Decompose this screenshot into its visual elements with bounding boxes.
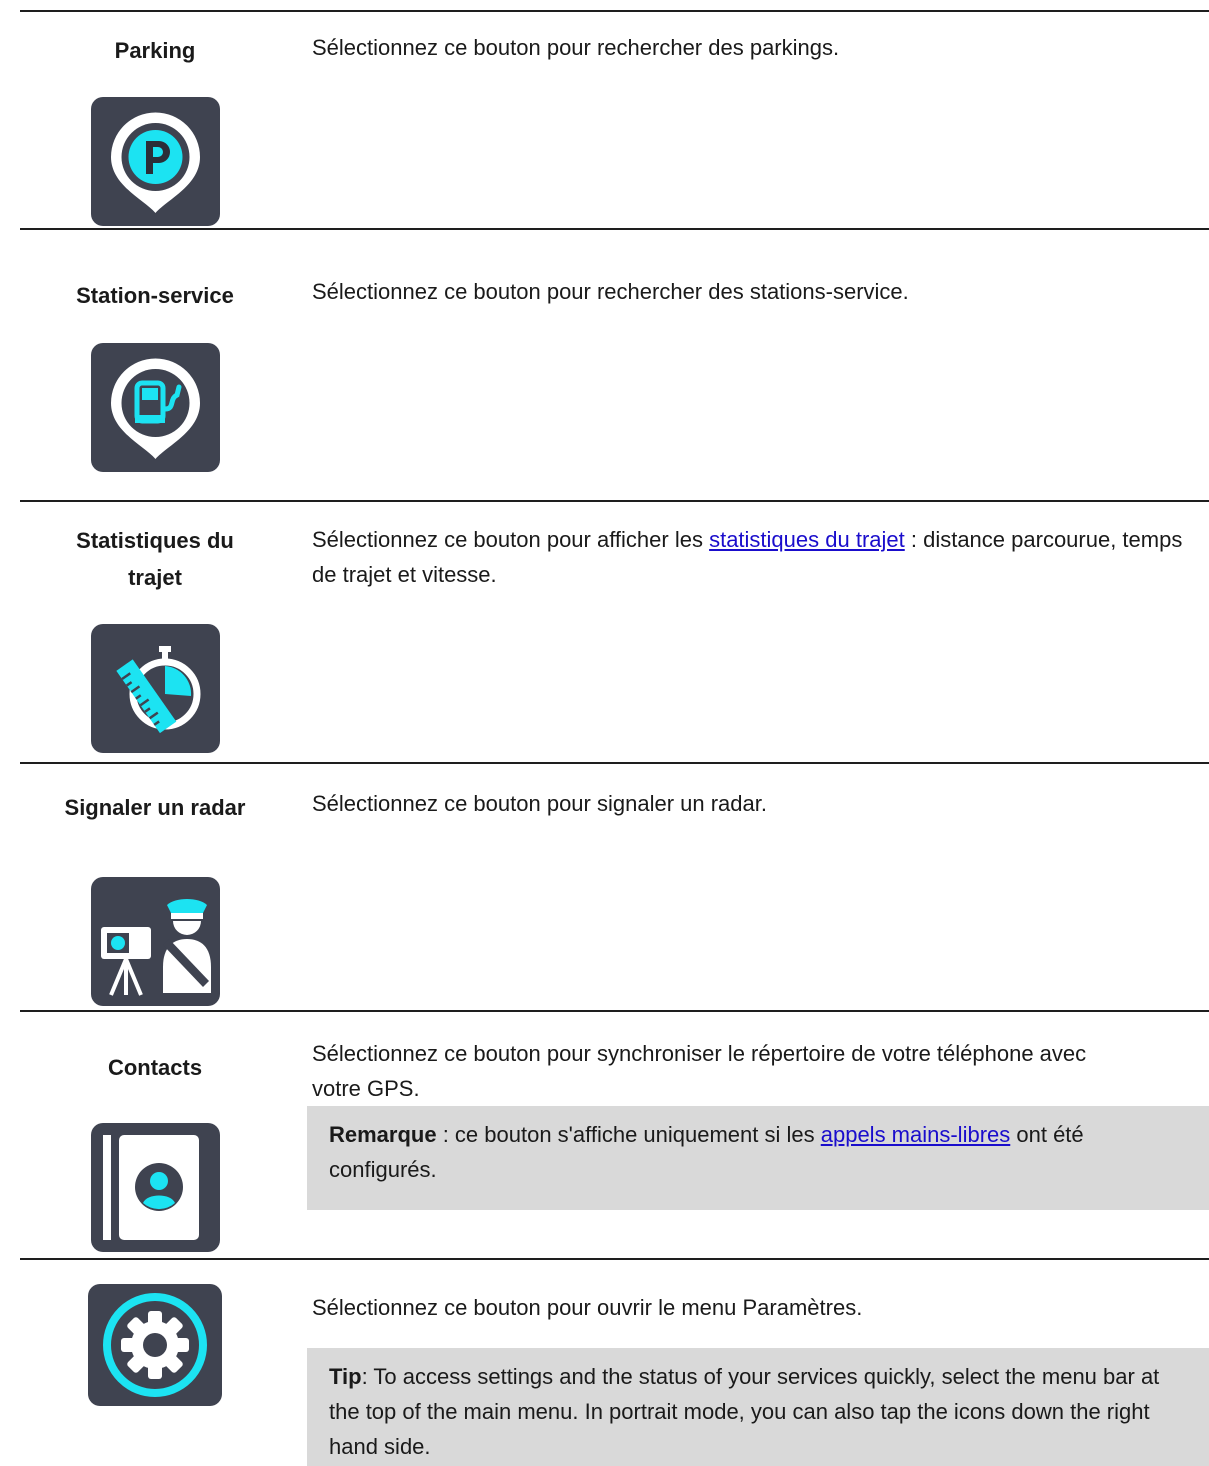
row-report-speed-camera: Signaler un radar Sélectionnez ce bouton… <box>20 764 1209 1006</box>
row-label: Station-service <box>76 283 234 308</box>
row-label: Parking <box>114 38 196 63</box>
row-label-line: trajet <box>128 565 182 590</box>
row-description: Sélectionnez ce bouton pour afficher les… <box>312 522 1209 592</box>
note-box: Tip: To access settings and the status o… <box>307 1348 1209 1466</box>
row-description: Sélectionnez ce bouton pour rechercher d… <box>312 279 909 304</box>
contacts-book-icon[interactable] <box>91 1123 220 1252</box>
desc-text: Sélectionnez ce bouton pour afficher les <box>312 527 710 552</box>
row-parking: Parking Sélectionnez ce bouton pour rech… <box>20 12 1209 226</box>
note-text: : To access settings and the status of y… <box>329 1364 1160 1459</box>
row-station-service: Station-service Sélectionnez ce bouton p… <box>20 230 1209 472</box>
fuel-station-pin-icon[interactable] <box>91 343 220 472</box>
trip-statistics-link[interactable]: statistiques du trajet <box>709 527 905 552</box>
row-label: Signaler un radar <box>64 795 246 820</box>
note-label: Tip <box>329 1364 362 1389</box>
row-description: Sélectionnez ce bouton pour ouvrir le me… <box>312 1295 863 1320</box>
row-contacts: Contacts Sélectionnez ce bouton pour syn… <box>20 1012 1209 1256</box>
row-description: Sélectionnez ce bouton pour rechercher d… <box>312 35 840 60</box>
row-label-line: Statistiques du <box>76 528 234 553</box>
parking-pin-icon[interactable] <box>91 97 220 226</box>
hands-free-calls-link[interactable]: appels mains-libres <box>821 1122 1011 1147</box>
note-box: Remarque : ce bouton s'affiche uniquemen… <box>307 1106 1209 1210</box>
row-trip-statistics: Statistiques du trajet Sélectionnez ce b… <box>20 502 1209 760</box>
settings-gear-icon[interactable] <box>88 1284 222 1406</box>
note-text: : ce bouton s'affiche uniquement si les <box>436 1122 821 1147</box>
row-settings: Sélectionnez ce bouton pour ouvrir le me… <box>20 1260 1209 1466</box>
note-label: Remarque <box>329 1122 437 1147</box>
trip-stats-stopwatch-ruler-icon[interactable] <box>91 624 220 753</box>
row-description: Sélectionnez ce bouton pour synchroniser… <box>312 1041 1087 1101</box>
row-description: Sélectionnez ce bouton pour signaler un … <box>312 791 767 816</box>
row-label: Contacts <box>107 1055 203 1080</box>
row-label: Statistiques du trajet <box>20 522 290 596</box>
speed-camera-officer-icon[interactable] <box>91 877 220 1006</box>
